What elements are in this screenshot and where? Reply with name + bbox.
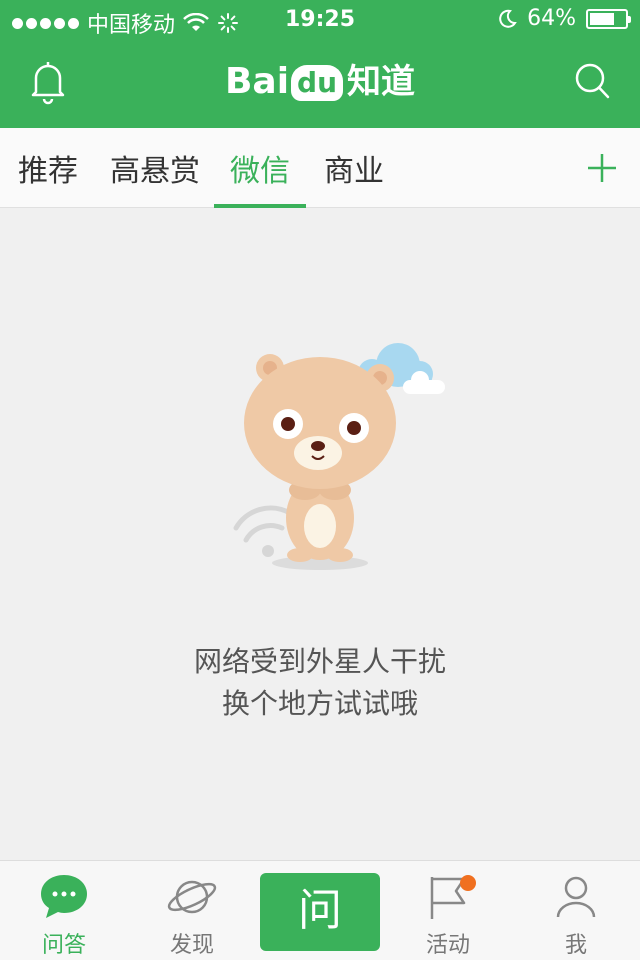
error-state: 网络受到外星人干扰 换个地方试试哦 xyxy=(0,208,640,860)
ask-question-button[interactable]: 问 xyxy=(260,873,380,951)
top-bar: 中国移动 19:25 64% Bai du 知道 xyxy=(0,0,640,128)
logo-text-du: du xyxy=(291,65,344,101)
nav-item-activity[interactable]: 活动 xyxy=(398,871,498,959)
person-icon xyxy=(556,876,596,918)
battery-icon xyxy=(586,8,631,29)
app-header: Bai du 知道 xyxy=(0,40,640,128)
nav-item-discover[interactable]: 发现 xyxy=(142,871,242,959)
search-icon[interactable] xyxy=(572,60,612,102)
notification-badge xyxy=(460,875,476,891)
tab-label: 微信 xyxy=(230,154,290,189)
chat-bubble-icon xyxy=(41,875,87,918)
nav-label-qa: 问答 xyxy=(41,933,86,958)
bear-illustration xyxy=(233,343,445,570)
nav-label-me: 我 xyxy=(564,933,587,958)
status-right: 64% xyxy=(497,6,631,31)
error-message-line2: 换个地方试试哦 xyxy=(221,687,418,720)
planet-icon xyxy=(167,880,217,914)
tab-label: 推荐 xyxy=(18,154,78,189)
tab-label: 高悬赏 xyxy=(110,154,200,189)
category-tabs: 推荐 高悬赏 微信 商业 xyxy=(0,128,640,208)
add-tab-icon[interactable] xyxy=(582,148,622,188)
status-bar: 中国移动 19:25 64% xyxy=(0,0,640,40)
nav-item-qa[interactable]: 问答 xyxy=(14,871,114,959)
battery-percent: 64% xyxy=(527,6,576,31)
tab-high-reward[interactable]: 高悬赏 xyxy=(110,146,200,208)
nav-label-activity: 活动 xyxy=(425,933,470,958)
nav-label-discover: 发现 xyxy=(169,933,214,958)
moon-icon xyxy=(499,9,517,28)
error-message-line1: 网络受到外星人干扰 xyxy=(193,645,446,678)
logo-text-zhidao: 知道 xyxy=(347,62,416,102)
tab-recommend[interactable]: 推荐 xyxy=(18,146,78,208)
bottom-nav: 问答 发现 问 活动 我 xyxy=(0,860,640,960)
tab-wechat[interactable]: 微信 xyxy=(214,146,306,208)
baidu-zhidao-logo: Bai du 知道 xyxy=(0,56,640,108)
tab-label: 商业 xyxy=(324,154,384,189)
nav-item-me[interactable]: 我 xyxy=(526,871,626,959)
logo-text-bai: Bai xyxy=(224,61,290,102)
tab-business[interactable]: 商业 xyxy=(324,146,384,208)
wifi-waves-icon xyxy=(233,505,293,557)
